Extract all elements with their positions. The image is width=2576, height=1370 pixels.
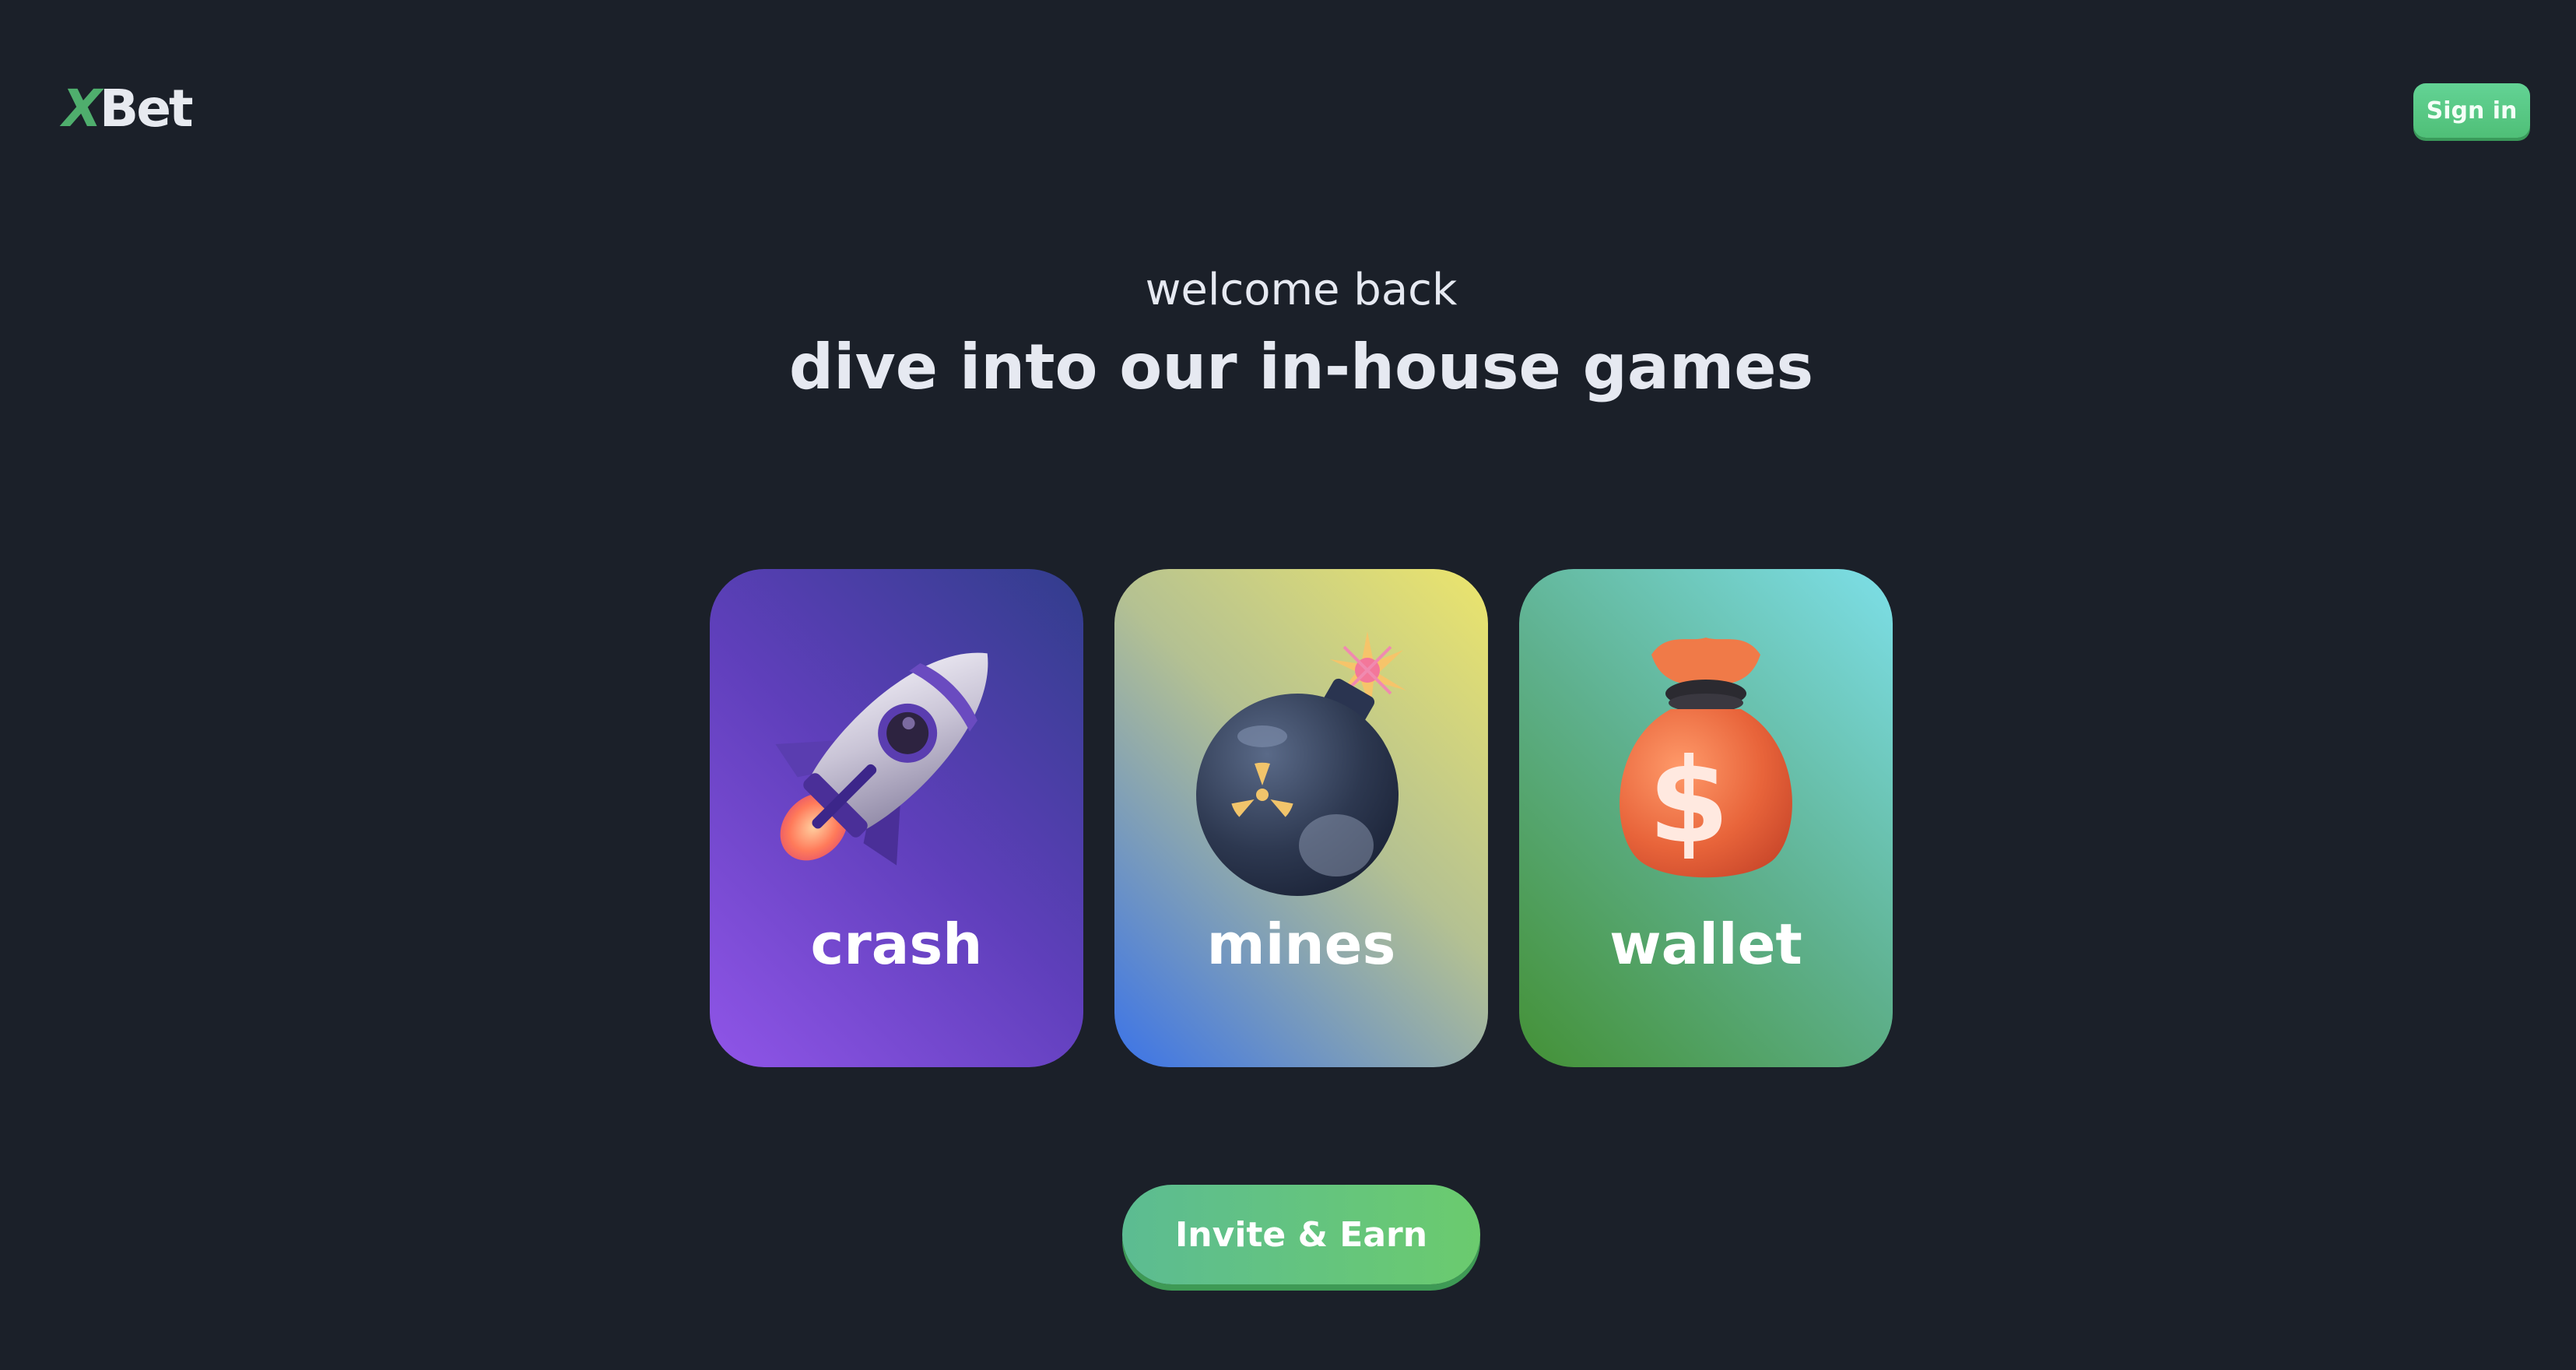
bomb-icon xyxy=(1196,631,1406,896)
game-label-crash: crash xyxy=(810,912,983,977)
invite-earn-button[interactable]: Invite & Earn xyxy=(1122,1185,1480,1284)
game-card-mines[interactable]: mines xyxy=(1114,569,1488,1067)
welcome-text: welcome back xyxy=(1145,265,1458,315)
xbet-logo[interactable]: XBet xyxy=(62,78,194,140)
game-label-wallet: wallet xyxy=(1609,912,1802,977)
rocket-icon xyxy=(775,652,988,866)
money-bag-icon: $ xyxy=(1620,638,1792,878)
game-card-crash[interactable]: crash xyxy=(710,569,1083,1067)
game-label-mines: mines xyxy=(1206,912,1396,977)
logo-bet: Bet xyxy=(99,79,194,139)
sign-in-button[interactable]: Sign in xyxy=(2413,83,2530,138)
page-headline: dive into our in-house games xyxy=(788,331,1814,403)
logo-x: X xyxy=(62,79,102,139)
svg-text:$: $ xyxy=(1648,734,1729,869)
game-card-wallet[interactable]: $ wallet xyxy=(1519,569,1893,1067)
